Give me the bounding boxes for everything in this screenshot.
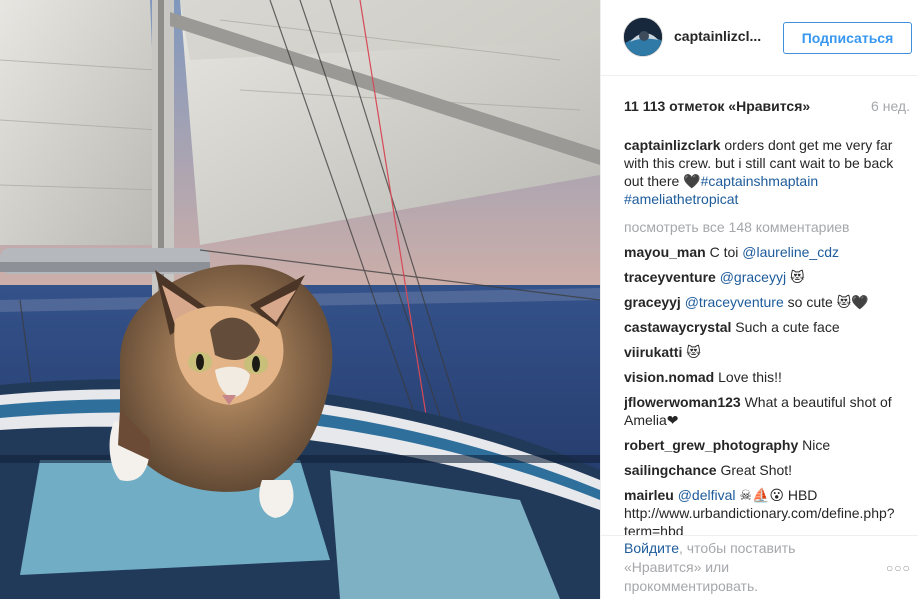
hashtag-link[interactable]: #ameliathetropicat [624,191,738,207]
comments-list[interactable]: captainlizclark orders dont get me very … [624,136,914,536]
hashtag-link[interactable]: #captainshmaptain [701,173,819,189]
caption-username[interactable]: captainlizclark [624,137,721,153]
avatar[interactable] [623,17,663,57]
comment-item: viirukatti 😻 [624,343,914,361]
photo-illustration [0,0,600,599]
login-prompt: Войдите, чтобы поставить «Нравится» или … [624,539,854,596]
comment-item: jflowerwoman123 What a beautiful shot of… [624,393,914,429]
comment-username[interactable]: jflowerwoman123 [624,394,741,410]
comment-username[interactable]: mairleu [624,487,674,503]
follow-button[interactable]: Подписаться [783,22,912,54]
comment-username[interactable]: castawaycrystal [624,319,731,335]
comment-username[interactable]: robert_grew_photography [624,437,798,453]
comment-text: 😻 [682,344,701,360]
post-details-panel: captainlizcl... Подписаться 11 113 отмет… [600,0,918,599]
comment-text: Nice [798,437,831,453]
comment-text-end: so cute 😻🖤 [783,294,869,310]
comment-mention[interactable]: @delfival [678,487,736,503]
comment-item: graceyyj @traceyventure so cute 😻🖤 [624,293,914,311]
comment-username[interactable]: traceyventure [624,269,716,285]
comment-username[interactable]: graceyyj [624,294,681,310]
comment-text: C toi [705,244,743,260]
avatar-image [624,18,662,56]
view-all-comments-link[interactable]: посмотреть все 148 комментариев [624,218,914,236]
comment-text-end: 😻 [786,269,805,285]
comment-username[interactable]: viirukatti [624,344,682,360]
comment-username[interactable]: sailingchance [624,462,717,478]
comment-text: Great Shot! [716,462,793,478]
comment-username[interactable]: mayou_man [624,244,706,260]
comment-item: traceyventure @graceyyj 😻 [624,268,914,286]
more-options-icon[interactable]: ○○○ [886,561,911,575]
comment-mention[interactable]: @laureline_cdz [742,244,839,260]
post-author-username[interactable]: captainlizcl... [674,28,761,44]
comment-item: castawaycrystal Such a cute face [624,318,914,336]
comment-text: Such a cute face [731,319,840,335]
likes-row: 11 113 отметок «Нравится» 6 нед. [624,98,914,116]
comment-item: robert_grew_photography Nice [624,436,914,454]
post-photo[interactable] [0,0,600,599]
comment-item: mayou_man C toi @laureline_cdz [624,243,914,261]
post-caption: captainlizclark orders dont get me very … [624,136,914,208]
post-header: captainlizcl... Подписаться [601,0,918,76]
comment-item: vision.nomad Love this!! [624,368,914,386]
comment-username[interactable]: vision.nomad [624,369,714,385]
post-time[interactable]: 6 нед. [871,98,910,114]
comment-item: mairleu @delfival ☠⛵😮 HBD http://www.urb… [624,486,914,536]
login-link[interactable]: Войдите [624,540,679,556]
comment-item: sailingchance Great Shot! [624,461,914,479]
likes-count[interactable]: 11 113 отметок «Нравится» [624,98,810,114]
comment-text: Love this!! [714,369,782,385]
login-footer: Войдите, чтобы поставить «Нравится» или … [601,535,918,599]
comment-mention[interactable]: @traceyventure [685,294,784,310]
comment-mention[interactable]: @graceyyj [720,269,786,285]
